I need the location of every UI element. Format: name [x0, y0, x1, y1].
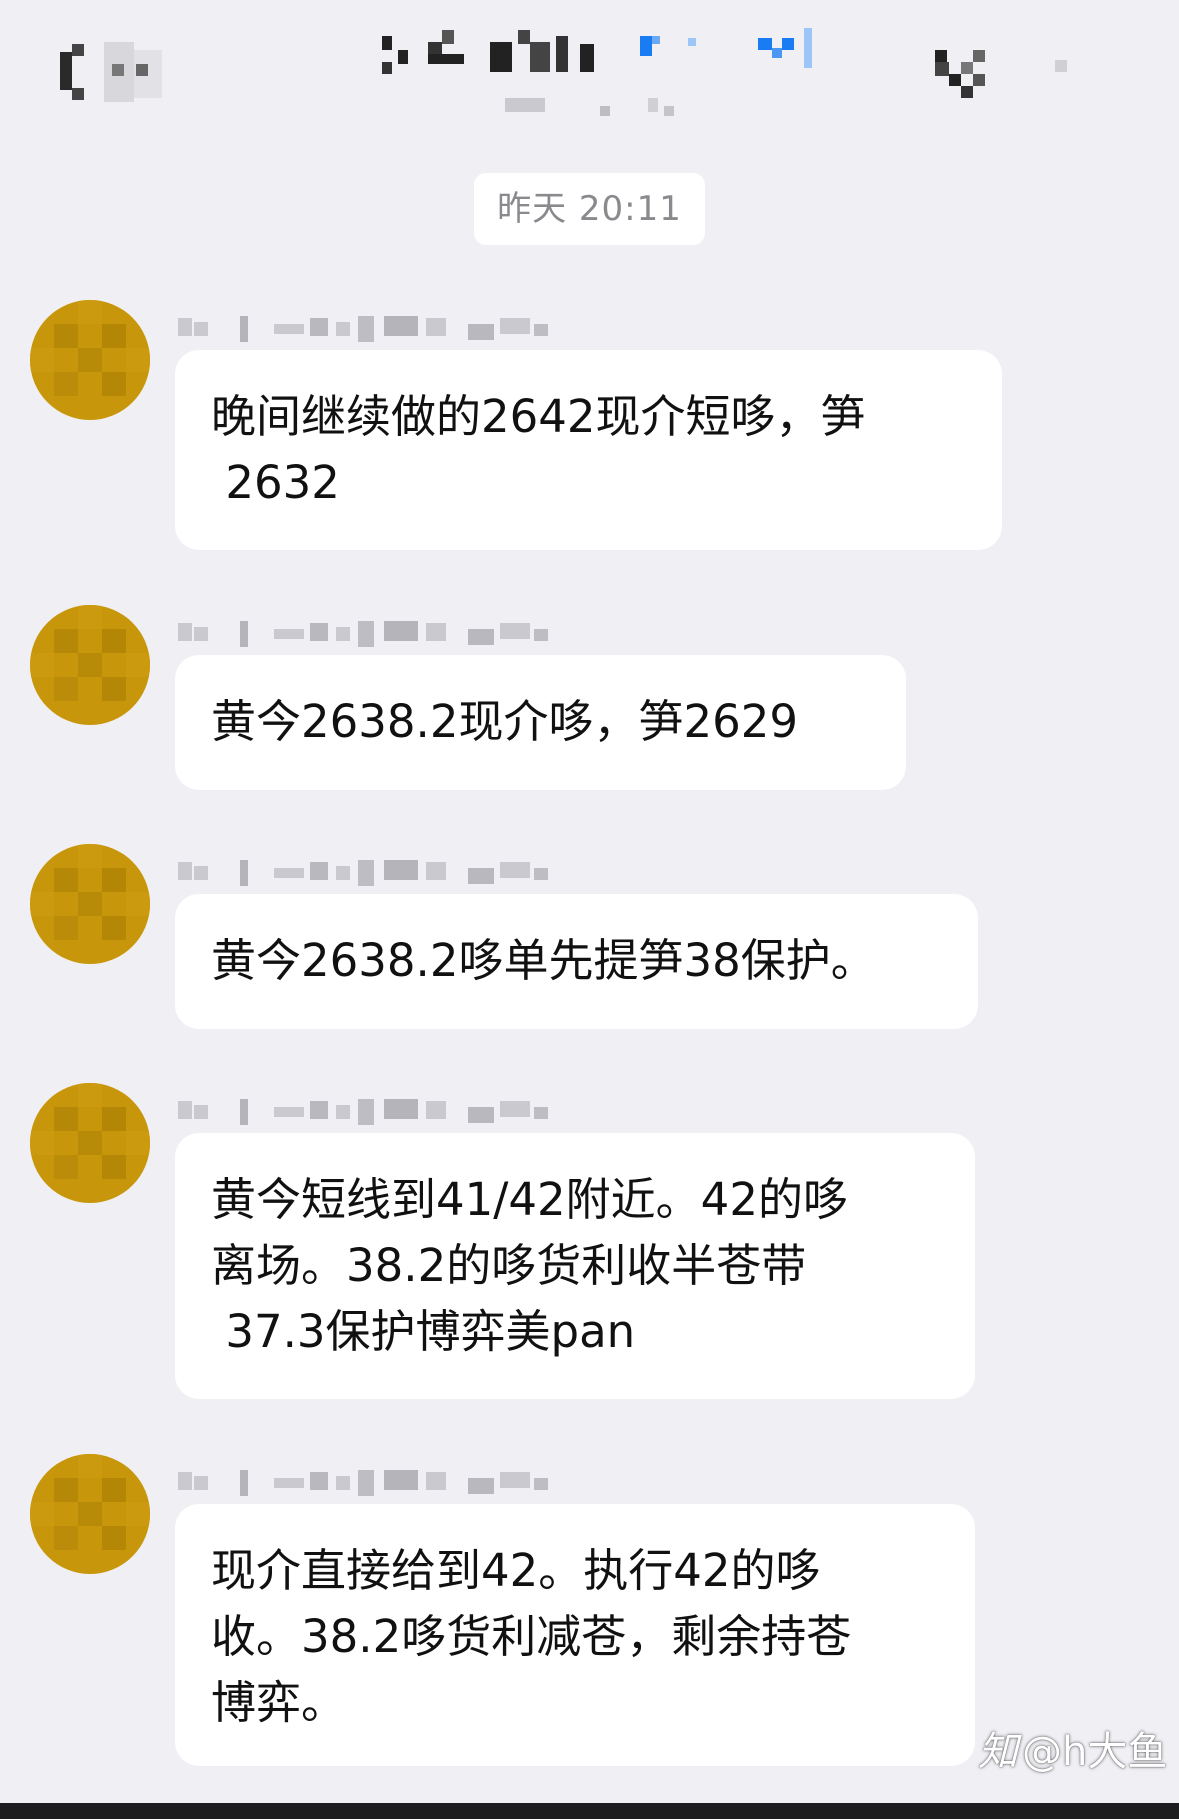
sender-name	[178, 1462, 618, 1498]
message-bubble: 黄今2638.2哆单先提笋38保护。	[175, 894, 978, 1029]
sender-name	[178, 1091, 618, 1127]
chevron-left-icon	[60, 52, 72, 90]
avatar[interactable]	[30, 844, 150, 964]
zhihu-logo-icon: 知	[978, 1729, 1018, 1775]
avatar[interactable]	[30, 1083, 150, 1203]
avatar[interactable]	[30, 605, 150, 725]
bottom-edge	[0, 1803, 1179, 1819]
timestamp: 昨天 20:11	[474, 173, 705, 245]
sender-name	[178, 613, 618, 649]
more-button[interactable]	[930, 40, 1080, 110]
message-bubble: 黄今2638.2现介哆，笋2629	[175, 655, 906, 790]
message-bubble: 黄今短线到41/42附近。42的哆 离场。38.2的哆货利收半苍带 37.3保护…	[175, 1133, 975, 1399]
watermark-text: @h大鱼	[1022, 1729, 1168, 1775]
more-icon	[935, 50, 947, 62]
chat-header	[0, 0, 1179, 140]
watermark: 知 @h大鱼	[978, 1722, 1167, 1782]
sender-name	[178, 308, 618, 344]
avatar[interactable]	[30, 300, 150, 420]
chat-title	[370, 18, 830, 128]
message-bubble: 现介直接给到42。执行42的哆 收。38.2哆货利减苍，剩余持苍 博弈。	[175, 1504, 975, 1766]
back-button[interactable]	[52, 30, 172, 110]
sender-name	[178, 852, 618, 888]
message-bubble: 晚间继续做的2642现介短哆，笋 2632	[175, 350, 1002, 550]
avatar[interactable]	[30, 1454, 150, 1574]
